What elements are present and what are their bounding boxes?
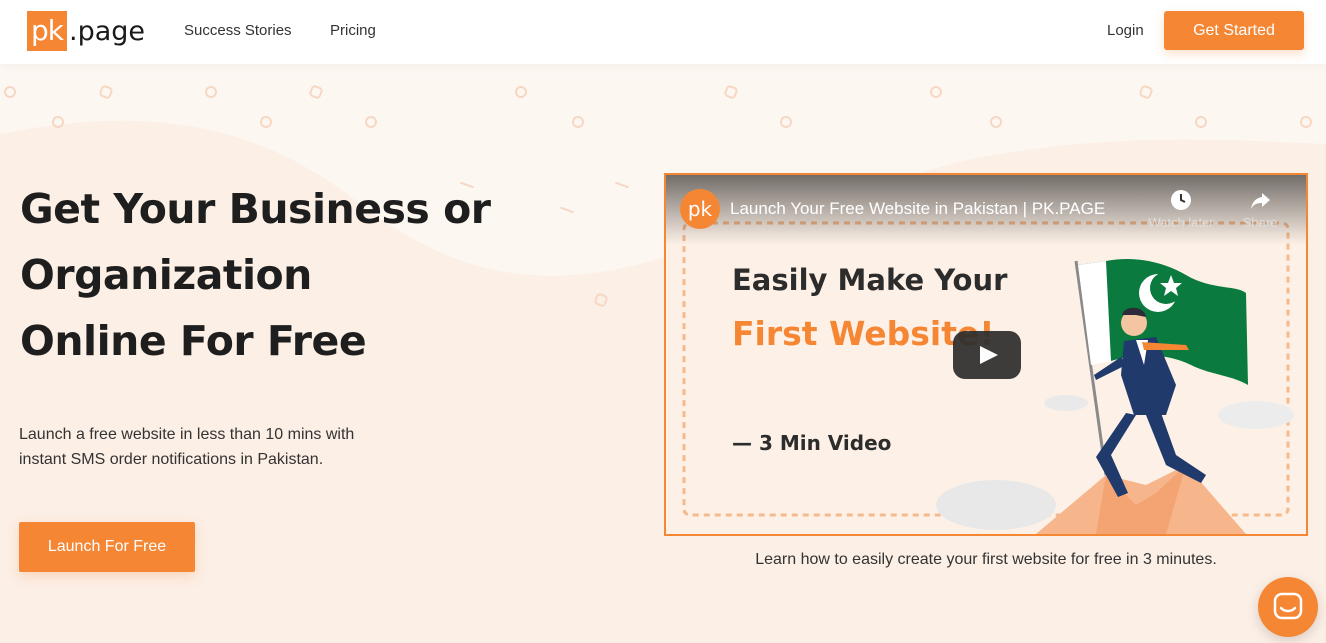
channel-avatar[interactable]: pk: [680, 189, 720, 229]
clock-icon: [1171, 190, 1191, 210]
nav-pricing[interactable]: Pricing: [330, 22, 376, 39]
video-duration-label: — 3 Min Video: [732, 431, 892, 455]
chat-widget-button[interactable]: [1258, 577, 1318, 637]
hero-title-line: Get Your Business or: [20, 185, 491, 233]
play-icon: [980, 346, 998, 364]
hero-title: Get Your Business or Organization Online…: [20, 176, 540, 374]
video-thumbnail[interactable]: pk Launch Your Free Website in Pakistan …: [666, 175, 1306, 534]
launch-for-free-button[interactable]: Launch For Free: [19, 522, 195, 572]
play-button[interactable]: [953, 331, 1021, 379]
watch-later-label: Watch later: [1148, 215, 1214, 230]
video-embed[interactable]: pk Launch Your Free Website in Pakistan …: [664, 173, 1308, 536]
video-title[interactable]: Launch Your Free Website in Pakistan | P…: [730, 199, 1105, 219]
logo-text: .page: [69, 15, 146, 47]
chat-bubble-icon: [1273, 592, 1303, 620]
hero-title-line: Organization: [20, 251, 312, 299]
video-caption: Learn how to easily create your first we…: [755, 551, 1217, 568]
hero-subtitle-line: instant SMS order notifications in Pakis…: [19, 451, 324, 468]
hero-subtitle-line: Launch a free website in less than 10 mi…: [19, 426, 355, 443]
hero-subtitle: Launch a free website in less than 10 mi…: [19, 422, 419, 472]
share-button[interactable]: Share: [1220, 189, 1300, 230]
watch-later-button[interactable]: Watch later: [1141, 189, 1221, 230]
logo-mark: pk: [27, 11, 67, 51]
login-link[interactable]: Login: [1107, 22, 1144, 39]
video-headline: Easily Make Your: [732, 263, 1008, 297]
hero-title-line: Online For Free: [20, 317, 367, 365]
share-label: Share: [1242, 215, 1278, 230]
nav-success-stories[interactable]: Success Stories: [184, 22, 292, 39]
share-arrow-icon: [1251, 193, 1270, 209]
get-started-button[interactable]: Get Started: [1164, 11, 1304, 50]
site-logo[interactable]: pk .page: [27, 11, 145, 51]
site-header: pk .page Success Stories Pricing Login G…: [0, 0, 1326, 64]
